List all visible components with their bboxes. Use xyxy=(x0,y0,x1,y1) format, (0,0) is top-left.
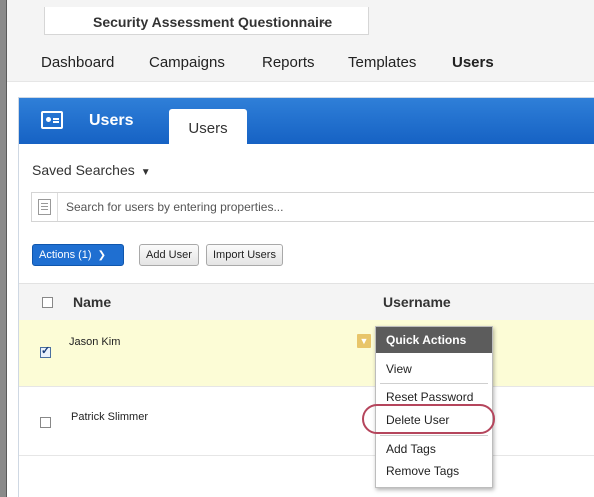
list-icon xyxy=(38,199,51,215)
actions-button[interactable]: Actions (1) ❯ xyxy=(32,244,124,266)
window-frame xyxy=(0,0,7,497)
nav-templates[interactable]: Templates xyxy=(348,54,416,71)
questionnaire-selector[interactable]: Security Assessment Questionnaire ⌄ xyxy=(44,7,369,35)
nav-reports[interactable]: Reports xyxy=(262,54,315,71)
menu-item-view[interactable]: View xyxy=(386,362,412,376)
column-header-name[interactable]: Name xyxy=(73,294,111,310)
user-name: Jason Kim xyxy=(69,336,121,348)
search-divider xyxy=(57,193,58,221)
import-users-button[interactable]: Import Users xyxy=(206,244,283,266)
chevron-down-icon: ⌄ xyxy=(319,13,330,27)
panel-header: Users Users xyxy=(19,98,594,145)
questionnaire-selector-label: Security Assessment Questionnaire xyxy=(93,14,333,30)
top-bar: Security Assessment Questionnaire ⌄ xyxy=(7,0,594,41)
user-name: Patrick Slimmer xyxy=(71,411,149,423)
table-header: Name Username xyxy=(19,283,594,321)
user-card-icon xyxy=(41,111,63,129)
nav-users[interactable]: Users xyxy=(452,54,494,71)
menu-item-reset-password[interactable]: Reset Password xyxy=(386,390,473,404)
search-input[interactable] xyxy=(66,200,566,214)
add-user-button[interactable]: Add User xyxy=(139,244,199,266)
row-checkbox[interactable] xyxy=(40,344,51,358)
select-all-checkbox[interactable] xyxy=(42,297,53,308)
quick-actions-trigger[interactable]: ▼ xyxy=(357,334,371,348)
nav-dashboard[interactable]: Dashboard xyxy=(41,54,114,71)
tab-users[interactable]: Users xyxy=(169,109,247,145)
caret-down-icon: ▼ xyxy=(140,167,151,178)
main-nav: Dashboard Campaigns Reports Templates Us… xyxy=(7,40,594,82)
menu-item-remove-tags[interactable]: Remove Tags xyxy=(386,464,459,478)
users-panel: Users Users Saved Searches ▼ Actions (1) ❯… xyxy=(18,97,594,497)
delete-user-highlight xyxy=(362,404,495,434)
saved-searches-dropdown[interactable]: Saved Searches ▼ xyxy=(32,162,151,178)
table-row[interactable]: Patrick Slimmer xyxy=(19,387,594,456)
menu-divider xyxy=(380,435,488,436)
saved-searches-label: Saved Searches xyxy=(32,162,135,178)
row-checkbox[interactable] xyxy=(40,417,51,428)
actions-button-label: Actions (1) xyxy=(39,249,92,261)
table-row[interactable]: Jason Kim ▼ xyxy=(19,320,594,387)
menu-item-add-tags[interactable]: Add Tags xyxy=(386,442,436,456)
nav-campaigns[interactable]: Campaigns xyxy=(149,54,225,71)
chevron-down-icon: ❯ xyxy=(97,250,106,261)
panel-title: Users xyxy=(89,112,134,129)
menu-divider xyxy=(380,383,488,384)
search-box xyxy=(31,192,594,222)
quick-actions-title: Quick Actions xyxy=(376,327,492,353)
column-header-username[interactable]: Username xyxy=(383,294,451,310)
